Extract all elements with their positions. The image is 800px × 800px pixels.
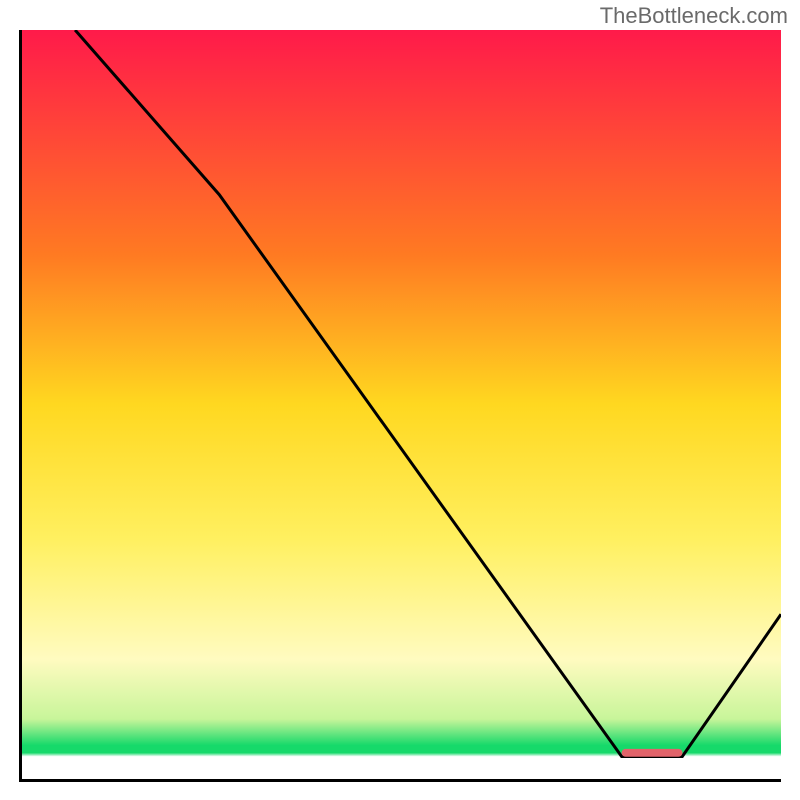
chart-svg <box>22 30 781 779</box>
chart-background <box>22 30 781 779</box>
chart-marker <box>622 749 683 757</box>
watermark-text: TheBottleneck.com <box>600 3 788 29</box>
chart-plot-area <box>19 30 781 782</box>
